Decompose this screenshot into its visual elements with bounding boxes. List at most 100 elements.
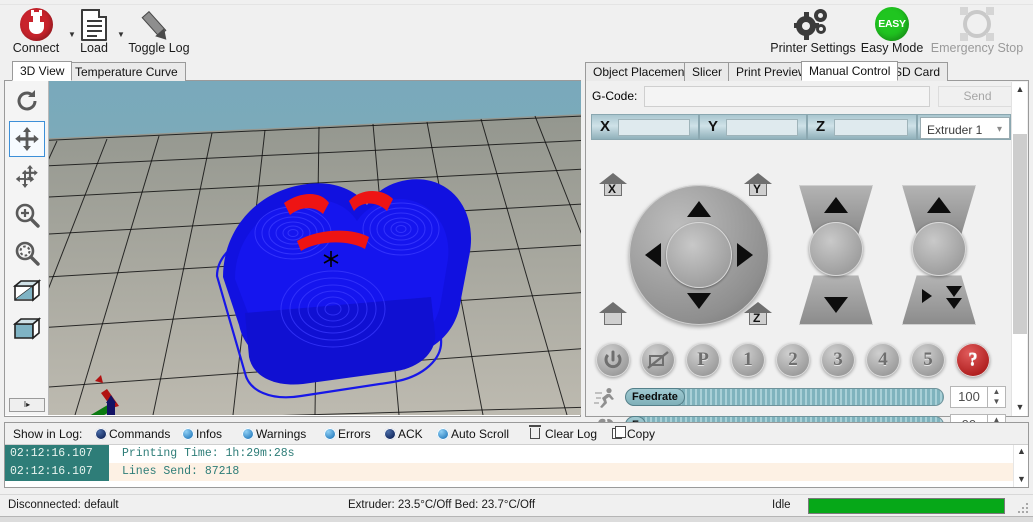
axis-y-input[interactable]	[726, 119, 798, 136]
printer-settings-button[interactable]: Printer Settings	[767, 7, 859, 55]
retract-arrow-icon[interactable]	[946, 298, 962, 309]
filter-errors-radio[interactable]	[324, 428, 336, 440]
jog-y-plus-arrow-icon[interactable]	[687, 201, 711, 217]
tab-object-placement[interactable]: Object Placement	[585, 62, 696, 81]
jog-x-minus-arrow-icon[interactable]	[645, 243, 661, 267]
log-scrollbar[interactable]: ▲ ▼	[1013, 445, 1028, 487]
disable-motors-button[interactable]	[641, 343, 675, 377]
jog-z-plus-arrow-icon[interactable]	[824, 197, 848, 213]
preset-3-button[interactable]: 3	[821, 343, 855, 377]
filter-commands-label[interactable]: Commands	[109, 427, 170, 441]
tab-temperature-curve-label: Temperature Curve	[75, 65, 178, 79]
help-button[interactable]: ?	[956, 343, 990, 377]
feedrate-slider-thumb[interactable]: Feedrate	[625, 388, 685, 406]
3d-view-body: I▸	[4, 81, 581, 417]
filter-ack-label[interactable]: ACK	[398, 427, 423, 441]
extruder-select[interactable]: Extruder 1 ▾	[920, 117, 1010, 139]
feedrate-spinner-down[interactable]: ▼	[988, 397, 1005, 407]
document-icon	[72, 7, 116, 41]
z-pad-center-hub[interactable]	[809, 222, 863, 276]
filter-errors-label[interactable]: Errors	[338, 427, 371, 441]
xy-jog-dpad[interactable]	[629, 185, 769, 325]
axis-position-bar: X Y Z Extruder 1 ▾	[591, 114, 1011, 140]
log-scroll-down-arrow-icon[interactable]: ▼	[1014, 473, 1029, 487]
scroll-down-arrow-icon[interactable]: ▼	[1012, 400, 1028, 416]
log-scroll-up-arrow-icon[interactable]: ▲	[1014, 445, 1029, 459]
extruder-pad-center-hub[interactable]	[912, 222, 966, 276]
preset-1-button[interactable]: 1	[731, 343, 765, 377]
axis-z-input[interactable]	[834, 119, 908, 136]
home-all-button[interactable]	[599, 302, 627, 328]
move-object-tool[interactable]	[9, 159, 45, 195]
park-button[interactable]: P	[686, 343, 720, 377]
power-button[interactable]	[596, 343, 630, 377]
retract-segment[interactable]	[902, 275, 976, 325]
move-tool[interactable]	[8, 121, 45, 157]
filter-warnings-radio[interactable]	[242, 428, 254, 440]
rotate-tool[interactable]	[9, 83, 45, 119]
3d-viewport[interactable]: Y	[49, 81, 581, 415]
collapse-toolstrip-button[interactable]: I▸	[9, 398, 45, 412]
preset-4-button[interactable]: 4	[866, 343, 900, 377]
load-button[interactable]: Load	[72, 7, 116, 55]
axis-x-input[interactable]	[618, 119, 690, 136]
preset-5-button[interactable]: 5	[911, 343, 945, 377]
copy-button[interactable]: Copy	[627, 427, 655, 441]
jog-x-plus-arrow-icon[interactable]	[737, 243, 753, 267]
send-button[interactable]: Send	[938, 86, 1017, 107]
filter-infos-label[interactable]: Infos	[196, 427, 222, 441]
easy-badge-text: EASY	[875, 7, 909, 41]
log-rows[interactable]: 02:12:16.107 Printing Time: 1h:29m:28s 0…	[5, 445, 1028, 487]
jog-y-minus-arrow-icon[interactable]	[687, 293, 711, 309]
extrude-arrow-icon[interactable]	[927, 197, 951, 213]
solid-view-tool[interactable]	[9, 311, 45, 347]
extruder-select-value: Extruder 1	[927, 123, 983, 137]
scroll-up-arrow-icon[interactable]: ▲	[1012, 82, 1028, 98]
feedrate-slider[interactable]: Feedrate	[625, 388, 944, 406]
feedrate-spinner-up[interactable]: ▲	[988, 387, 1005, 397]
z-jog-pad[interactable]	[799, 185, 873, 325]
jog-z-minus-arrow-icon[interactable]	[824, 297, 848, 313]
filter-commands-radio[interactable]	[95, 428, 107, 440]
feedrate-spinner[interactable]: ▲ ▼	[988, 386, 1006, 408]
dpad-center-hub[interactable]	[666, 222, 732, 288]
home-z-button[interactable]: Z	[744, 302, 772, 328]
trash-icon[interactable]	[529, 425, 541, 439]
zoom-fit-tool[interactable]	[9, 235, 45, 271]
tab-3d-view[interactable]: 3D View	[12, 61, 73, 81]
connect-button[interactable]: Connect	[6, 7, 66, 55]
scrollbar-thumb[interactable]	[1013, 134, 1027, 334]
toggle-log-button[interactable]: Toggle Log	[124, 7, 194, 55]
zoom-in-tool[interactable]	[9, 197, 45, 233]
tab-slicer[interactable]: Slicer	[684, 62, 731, 81]
cross-section-tool[interactable]	[9, 273, 45, 309]
home-x-button[interactable]: X	[599, 173, 627, 199]
resize-grip[interactable]	[1018, 503, 1028, 513]
load-label: Load	[80, 41, 108, 55]
filter-infos-radio[interactable]	[182, 428, 194, 440]
axis-y-letter: Y	[708, 118, 719, 135]
copy-icon[interactable]	[612, 426, 626, 439]
emergency-stop-button[interactable]: Emergency Stop	[928, 7, 1026, 55]
preset-2-label: 2	[788, 349, 798, 370]
retract-small-arrow-icon[interactable]	[922, 289, 932, 303]
filter-autoscroll-label[interactable]: Auto Scroll	[451, 427, 509, 441]
easy-mode-button[interactable]: EASY Easy Mode	[856, 7, 928, 55]
gcode-input[interactable]	[644, 86, 930, 107]
view-tool-strip: I▸	[5, 81, 49, 415]
filter-warnings-label[interactable]: Warnings	[256, 427, 306, 441]
preset-1-label: 1	[743, 349, 753, 370]
tab-temperature-curve[interactable]: Temperature Curve	[67, 62, 186, 81]
manual-control-scrollbar[interactable]: ▲ ▼	[1011, 82, 1027, 416]
extruder-jog-pad[interactable]	[902, 185, 976, 325]
clear-log-button[interactable]: Clear Log	[545, 427, 597, 441]
retract-arrow-2-icon[interactable]	[946, 286, 962, 297]
home-y-button[interactable]: Y	[744, 173, 772, 199]
filter-ack-radio[interactable]	[384, 428, 396, 440]
feedrate-value[interactable]: 100	[950, 386, 988, 408]
filter-autoscroll-radio[interactable]	[437, 428, 449, 440]
log-toolbar: Show in Log: Commands Infos Warnings Err…	[5, 423, 1028, 445]
tab-manual-control[interactable]: Manual Control	[801, 61, 899, 81]
repetier-host-window: Connect ▼ Load ▼ Toggle Log Printer Sett…	[0, 0, 1033, 522]
preset-2-button[interactable]: 2	[776, 343, 810, 377]
